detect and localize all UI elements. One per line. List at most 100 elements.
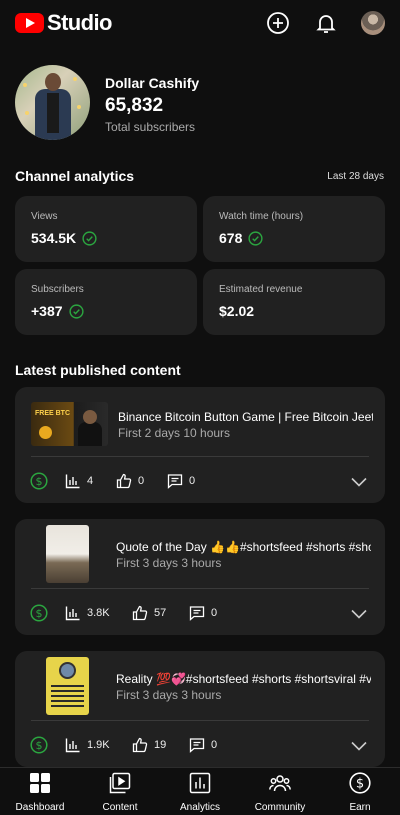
video-title: Binance Bitcoin Button Game | Free Bitco… [118, 410, 373, 424]
nav-label: Analytics [179, 802, 220, 813]
subscriber-count: 65,832 [105, 95, 164, 116]
views-stat: 1.9K [65, 737, 110, 753]
comments-count: 0 [211, 607, 218, 619]
chevron-down-icon[interactable] [351, 741, 367, 751]
thumbnail-text: FREE BTC [35, 410, 70, 417]
nav-community[interactable]: Community [240, 772, 320, 815]
video-title: Quote of the Day 👍👍#shortsfeed #shorts #… [116, 540, 371, 554]
check-circle-icon [68, 303, 84, 319]
revenue-card[interactable]: Estimated revenue $2.02 [203, 269, 385, 335]
likes-count: 0 [138, 475, 145, 487]
account-avatar[interactable] [361, 11, 385, 35]
content-item[interactable]: FREE BTC Binance Bitcoin Button Game | F… [15, 387, 385, 503]
youtube-play-icon [15, 13, 44, 33]
community-icon [269, 775, 291, 792]
video-thumbnail [46, 657, 89, 715]
nav-label: Earn [349, 802, 371, 813]
comments-count: 0 [189, 475, 196, 487]
nav-label: Community [254, 802, 306, 813]
card-value: 678 [219, 230, 263, 246]
views-count: 3.8K [87, 607, 110, 619]
top-bar: Studio [0, 0, 400, 46]
video-period: First 3 days 3 hours [116, 556, 222, 570]
likes-count: 57 [154, 607, 167, 619]
video-title: Reality 💯💞#shortsfeed #shorts #shortsvir… [116, 672, 371, 686]
card-value: 534.5K [31, 230, 97, 246]
divider [31, 588, 369, 589]
nav-analytics[interactable]: Analytics [160, 772, 240, 815]
nav-content[interactable]: Content [80, 772, 160, 815]
comments-stat: 0 [189, 605, 217, 621]
views-stat: 3.8K [65, 605, 110, 621]
nav-earn[interactable]: $ Earn [320, 772, 400, 815]
monetization-icon: $ [30, 736, 48, 754]
analytics-icon [189, 772, 211, 794]
video-thumbnail: FREE BTC [31, 402, 108, 446]
logo-text: Studio [47, 10, 112, 35]
studio-logo[interactable]: Studio [15, 10, 112, 36]
check-circle-icon [248, 230, 263, 246]
plus-circle-icon[interactable] [266, 11, 290, 35]
likes-stat: 57 [132, 605, 166, 621]
svg-text:$: $ [36, 475, 43, 488]
dollar-icon: $ [349, 772, 371, 794]
watch-time-card[interactable]: Watch time (hours) 678 [203, 196, 385, 262]
bottom-nav: Dashboard Content Analytics Community $ … [0, 767, 400, 815]
chevron-down-icon[interactable] [351, 609, 367, 619]
card-label: Views [31, 211, 58, 222]
content-icon [109, 772, 131, 794]
bar-chart-icon [65, 738, 80, 753]
card-value-text: +387 [31, 303, 63, 319]
comment-icon [167, 474, 183, 489]
bar-chart-icon [65, 606, 80, 621]
svg-text:$: $ [356, 777, 364, 792]
video-period: First 2 days 10 hours [118, 426, 231, 440]
thumb-up-icon [132, 737, 148, 753]
monetization-icon: $ [30, 472, 48, 490]
card-value-text: 534.5K [31, 230, 77, 246]
thumb-up-icon [132, 605, 148, 621]
latest-title: Latest published content [15, 362, 181, 378]
card-value-text: $2.02 [219, 303, 255, 319]
nav-label: Content [102, 802, 138, 813]
content-item[interactable]: Quote of the Day 👍👍#shortsfeed #shorts #… [15, 519, 385, 635]
analytics-period: Last 28 days [327, 171, 384, 182]
video-period: First 3 days 3 hours [116, 688, 222, 702]
views-count: 1.9K [87, 739, 110, 751]
monetization-icon: $ [30, 604, 48, 622]
svg-text:$: $ [36, 607, 43, 620]
views-card[interactable]: Views 534.5K [15, 196, 197, 262]
comment-icon [189, 738, 205, 753]
analytics-title: Channel analytics [15, 168, 135, 184]
subscribers-card[interactable]: Subscribers +387 [15, 269, 197, 335]
chevron-down-icon[interactable] [351, 477, 367, 487]
likes-count: 19 [154, 739, 167, 751]
views-stat: 4 [65, 473, 93, 489]
likes-stat: 0 [116, 473, 144, 489]
card-value: +387 [31, 303, 84, 319]
card-label: Estimated revenue [219, 284, 303, 295]
views-count: 4 [87, 475, 94, 487]
comment-icon [189, 606, 205, 621]
comments-count: 0 [211, 739, 218, 751]
bar-chart-icon [65, 474, 80, 489]
divider [31, 720, 369, 721]
card-value: $2.02 [219, 303, 254, 319]
card-label: Subscribers [31, 284, 84, 295]
channel-name: Dollar Cashify [105, 75, 200, 91]
divider [31, 456, 369, 457]
content-item[interactable]: Reality 💯💞#shortsfeed #shorts #shortsvir… [15, 651, 385, 767]
check-circle-icon [82, 230, 97, 246]
card-value-text: 678 [219, 230, 243, 246]
comments-stat: 0 [189, 737, 217, 753]
card-label: Watch time (hours) [219, 211, 304, 222]
nav-label: Dashboard [15, 802, 65, 813]
svg-text:$: $ [36, 739, 43, 752]
thumb-up-icon [116, 473, 132, 489]
channel-avatar [15, 65, 90, 140]
bell-icon[interactable] [314, 11, 338, 35]
subscriber-label: Total subscribers [105, 120, 196, 134]
video-thumbnail [46, 525, 89, 583]
comments-stat: 0 [167, 473, 195, 489]
nav-dashboard[interactable]: Dashboard [0, 772, 80, 815]
